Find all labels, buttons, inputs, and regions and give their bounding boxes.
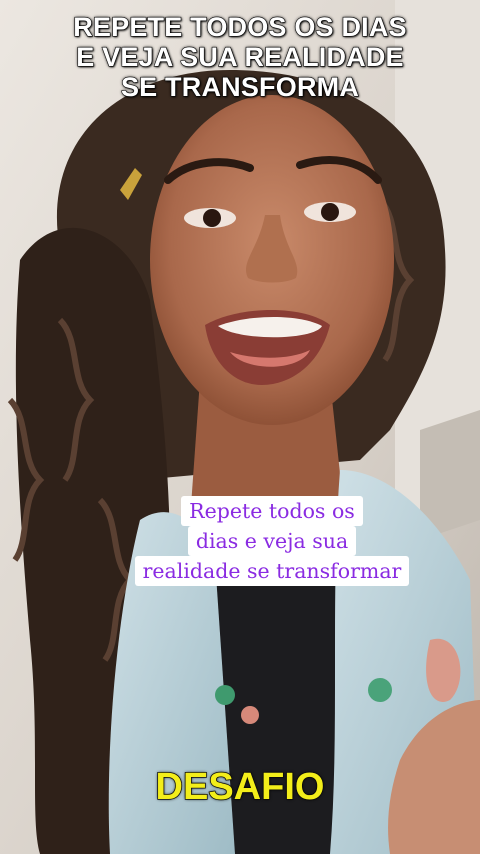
title-line: E VEJA SUA REALIDADE [76,41,405,72]
title-line: REPETE TODOS OS DIAS [73,11,408,42]
video-title-overlay: REPETE TODOS OS DIAS E VEJA SUA REALIDAD… [0,11,480,102]
caption-line: dias e veja sua [187,526,357,556]
subtitle-caption: Repete todos os dias e veja sua realidad… [118,496,426,586]
caption-line: realidade se transformar [134,556,410,586]
video-frame [0,0,480,854]
bottom-label: DESAFIO [155,765,325,809]
caption-line: Repete todos os [181,496,363,526]
title-line: SE TRANSFORMA [120,71,360,102]
